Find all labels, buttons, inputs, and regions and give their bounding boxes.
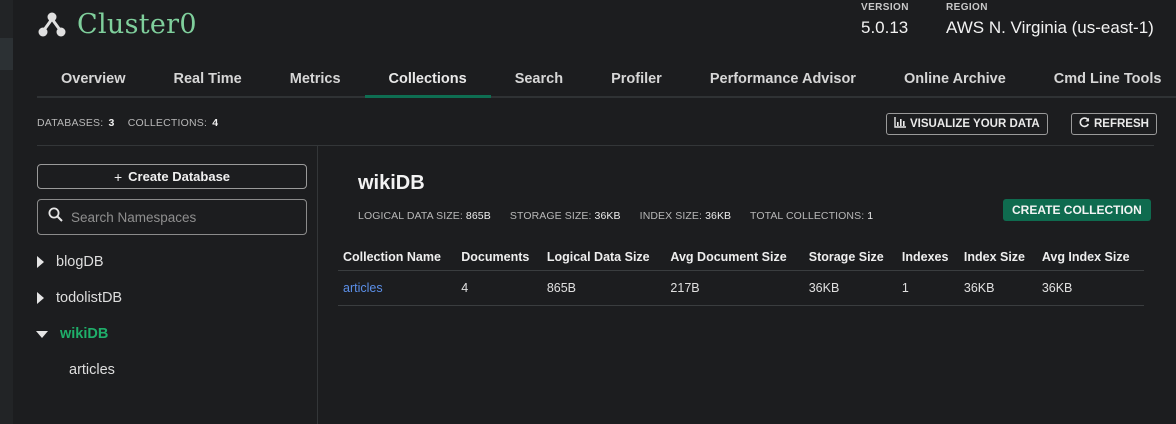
create-collection-button[interactable]: CREATE COLLECTION: [1003, 199, 1151, 221]
cluster-icon: [37, 9, 67, 39]
collections-label: COLLECTIONS:: [127, 117, 208, 129]
column-header[interactable]: Documents: [456, 244, 542, 271]
visualize-data-label: VISUALIZE YOUR DATA: [910, 118, 1040, 130]
tab-real-time[interactable]: Real Time: [150, 62, 266, 96]
tab-performance-advisor[interactable]: Performance Advisor: [686, 62, 880, 96]
index-size-value: 36KB: [705, 210, 732, 222]
collections-count: 4: [212, 117, 219, 129]
tab-profiler[interactable]: Profiler: [587, 62, 686, 96]
create-database-button[interactable]: + Create Database: [37, 164, 307, 189]
visualize-data-button[interactable]: VISUALIZE YOUR DATA: [886, 113, 1048, 135]
sidebar-db-blogdb[interactable]: blogDB: [37, 252, 104, 272]
table-cell: 1: [896, 270, 959, 306]
create-database-label: Create Database: [128, 169, 231, 184]
refresh-button[interactable]: REFRESH: [1071, 113, 1157, 135]
cluster-tabs: Overview Real Time Metrics Collections S…: [37, 62, 1176, 98]
caret-right-icon: [37, 256, 44, 268]
namespace-search: [37, 199, 307, 235]
region-meta: REGION AWS N. Virginia (us-east-1): [946, 2, 1154, 38]
tab-online-archive[interactable]: Online Archive: [880, 62, 1030, 96]
logical-size-value: 865B: [465, 210, 491, 222]
sidebar-db-todolistdb[interactable]: todolistDB: [37, 288, 122, 308]
search-namespaces-input[interactable]: [71, 209, 291, 225]
table-cell: 36KB: [803, 270, 897, 306]
region-value: AWS N. Virginia (us-east-1): [946, 18, 1154, 37]
table-cell: 865B: [541, 270, 666, 306]
table-cell: 4: [456, 270, 542, 306]
cluster-header: Cluster0: [37, 4, 197, 44]
collections-table: Collection Name Documents Logical Data S…: [338, 244, 1144, 306]
refresh-label: REFRESH: [1094, 118, 1149, 130]
cluster-stats: DATABASES: 3 COLLECTIONS: 4: [37, 117, 228, 129]
namespace-sidebar: + Create Database blogDB todolistDB wiki…: [13, 146, 318, 424]
column-header[interactable]: Storage Size: [803, 244, 897, 271]
tab-search[interactable]: Search: [491, 62, 587, 96]
search-icon: [48, 207, 63, 227]
rail-highlight: [0, 38, 13, 70]
db-name: wikiDB: [60, 326, 109, 342]
atlas-page: Cluster0 VERSION 5.0.13 REGION AWS N. Vi…: [0, 0, 1176, 424]
database-title: wikiDB: [358, 172, 425, 194]
table-cell: articles: [338, 270, 457, 306]
version-value: 5.0.13: [861, 18, 909, 37]
refresh-icon: [1079, 117, 1090, 131]
column-header[interactable]: Avg Document Size: [665, 244, 804, 271]
db-name: todolistDB: [56, 290, 123, 306]
tab-cmd-line-tools[interactable]: Cmd Line Tools: [1030, 62, 1176, 96]
column-header[interactable]: Indexes: [896, 244, 959, 271]
column-header[interactable]: Avg Index Size: [1036, 244, 1144, 271]
version-meta: VERSION 5.0.13: [861, 2, 909, 38]
index-size-label: INDEX SIZE:: [639, 210, 703, 222]
plus-icon: +: [113, 168, 123, 185]
bar-chart-icon: [894, 117, 906, 131]
left-rail: [0, 0, 13, 424]
table-header-row: Collection Name Documents Logical Data S…: [338, 244, 1144, 271]
column-header[interactable]: Logical Data Size: [541, 244, 666, 271]
collection-link-articles[interactable]: articles: [343, 281, 383, 295]
total-collections-value: 1: [867, 210, 874, 222]
tab-collections[interactable]: Collections: [364, 62, 491, 98]
table-cell: 36KB: [958, 270, 1037, 306]
region-label: REGION: [946, 2, 988, 13]
total-collections-label: TOTAL COLLECTIONS:: [750, 210, 865, 222]
table-cell: 36KB: [1036, 270, 1144, 306]
tab-metrics[interactable]: Metrics: [266, 62, 365, 96]
table-cell: 217B: [665, 270, 804, 306]
collections-main: wikiDB LOGICAL DATA SIZE: 865B STORAGE S…: [318, 146, 1176, 424]
caret-down-icon: [36, 330, 48, 338]
databases-count: 3: [108, 117, 115, 129]
logical-size-label: LOGICAL DATA SIZE:: [358, 210, 463, 222]
caret-right-icon: [37, 292, 44, 304]
storage-size-value: 36KB: [594, 210, 621, 222]
sidebar-db-wikidb[interactable]: wikiDB: [36, 324, 109, 344]
database-stats: LOGICAL DATA SIZE: 865B STORAGE SIZE: 36…: [358, 210, 889, 222]
version-label: VERSION: [861, 2, 909, 13]
sidebar-collection-articles[interactable]: articles: [69, 362, 115, 378]
column-header[interactable]: Index Size: [958, 244, 1037, 271]
databases-label: DATABASES:: [37, 117, 104, 129]
tab-overview[interactable]: Overview: [37, 62, 150, 96]
cluster-name: Cluster0: [77, 8, 197, 40]
storage-size-label: STORAGE SIZE:: [509, 210, 592, 222]
db-name: blogDB: [56, 254, 104, 270]
table-row: articles 4 865B 217B 36KB 1 36KB 36KB: [338, 270, 1144, 306]
column-header[interactable]: Collection Name: [338, 244, 457, 271]
